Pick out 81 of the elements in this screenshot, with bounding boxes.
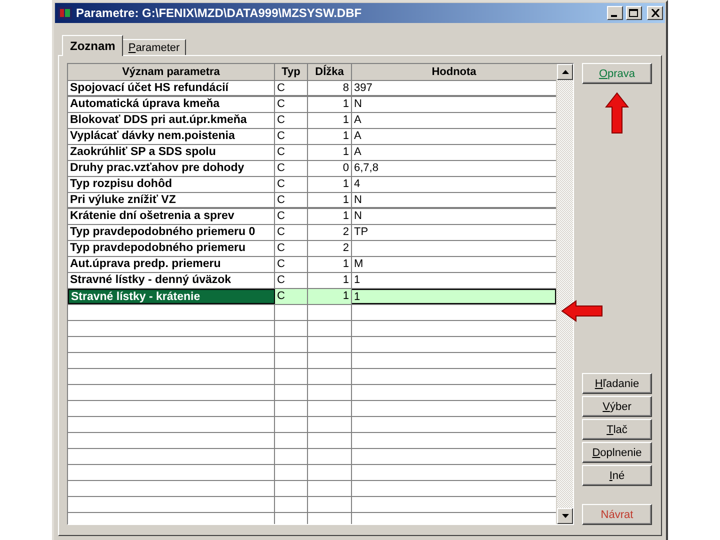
scroll-down-button[interactable] xyxy=(557,508,573,524)
table-cell[interactable]: Zaokrúhliť SP a SDS spolu xyxy=(68,145,275,160)
table-cell[interactable]: C xyxy=(275,225,308,240)
table-cell[interactable]: Druhy prac.vzťahov pre dohody xyxy=(68,161,275,176)
table-cell[interactable]: C xyxy=(275,177,308,192)
table-cell[interactable]: Aut.úprava predp. priemeru xyxy=(68,257,275,272)
table-cell[interactable]: 1 xyxy=(308,145,352,160)
table-cell[interactable]: C xyxy=(275,257,308,272)
column-header[interactable]: Význam parametra xyxy=(68,64,275,80)
table-cell[interactable]: C xyxy=(275,145,308,160)
scroll-up-button[interactable] xyxy=(557,64,573,80)
action-button[interactable]: Výber xyxy=(582,396,652,417)
table-cell[interactable]: 1 xyxy=(308,177,352,192)
table-cell[interactable]: M xyxy=(352,257,556,272)
tab[interactable]: Parameter xyxy=(122,39,186,55)
table-cell[interactable]: C xyxy=(275,161,308,176)
table-cell[interactable]: Spojovací účet HS refundácií xyxy=(68,81,275,95)
table-cell[interactable]: 1 xyxy=(308,209,352,224)
table-cell[interactable]: TP xyxy=(352,225,556,240)
table-cell[interactable]: C xyxy=(275,129,308,144)
table-cell[interactable]: 1 xyxy=(308,273,352,288)
table-cell[interactable]: N xyxy=(352,193,556,207)
table-cell[interactable]: 1 xyxy=(308,113,352,128)
table-cell[interactable]: Stravné lístky - krátenie xyxy=(68,289,275,304)
table-cell[interactable]: C xyxy=(275,209,308,224)
table-cell[interactable]: 1 xyxy=(308,193,352,207)
table-cell[interactable]: 4 xyxy=(352,177,556,192)
table-cell[interactable]: Blokovať DDS pri aut.úpr.kmeňa xyxy=(68,113,275,128)
action-button[interactable]: Iné xyxy=(582,465,652,486)
table-cell[interactable]: A xyxy=(352,145,556,160)
column-header[interactable]: Typ xyxy=(275,64,308,80)
table-cell[interactable]: 1 xyxy=(352,273,556,288)
minimize-button[interactable] xyxy=(607,6,623,20)
window-title: Parametre: G:\FENIX\MZD\DATA999\MZSYSW.DBF xyxy=(76,6,363,20)
table-cell[interactable]: A xyxy=(352,129,556,144)
table-cell[interactable]: C xyxy=(275,193,308,207)
action-button[interactable]: Hľadanie xyxy=(582,373,652,394)
action-button[interactable]: Doplnenie xyxy=(582,442,652,463)
table-cell[interactable]: 0 xyxy=(308,161,352,176)
table-cell[interactable]: Typ pravdepodobného priemeru 0 xyxy=(68,225,275,240)
table-cell[interactable]: C xyxy=(275,289,308,304)
table-cell[interactable]: A xyxy=(352,113,556,128)
table-cell[interactable]: Pri výluke znížiť VZ xyxy=(68,193,275,207)
column-header[interactable]: Dĺžka xyxy=(308,64,352,80)
table-cell[interactable]: C xyxy=(275,241,308,256)
table-cell[interactable]: 6,7,8 xyxy=(352,161,556,176)
table-cell[interactable]: Vyplácať dávky nem.poistenia xyxy=(68,129,275,144)
table-cell[interactable]: Typ pravdepodobného priemeru xyxy=(68,241,275,256)
table-cell[interactable]: C xyxy=(275,81,308,95)
up-triangle-icon xyxy=(562,70,568,74)
table-cell[interactable]: Automatická úprava kmeňa xyxy=(68,97,275,112)
table-cell[interactable]: 2 xyxy=(308,241,352,256)
table-cell[interactable]: Stravné lístky - denný úväzok xyxy=(68,273,275,288)
table-cell[interactable]: 2 xyxy=(308,225,352,240)
table-cell[interactable]: 1 xyxy=(352,289,556,304)
table-cell[interactable]: 1 xyxy=(308,97,352,112)
table-cell[interactable]: Krátenie dní ošetrenia a sprev xyxy=(68,209,275,224)
app-icon xyxy=(57,5,73,21)
maximize-icon xyxy=(629,8,639,18)
tab[interactable]: Zoznam xyxy=(62,35,124,56)
down-triangle-icon xyxy=(562,514,568,518)
left-arrow-icon xyxy=(561,300,603,322)
up-arrow-icon xyxy=(605,92,629,134)
table-cell[interactable]: N xyxy=(352,209,556,224)
return-button[interactable]: Návrat xyxy=(582,504,652,525)
table-cell[interactable]: Typ rozpisu dohôd xyxy=(68,177,275,192)
table-cell[interactable]: 1 xyxy=(308,129,352,144)
table-cell[interactable]: C xyxy=(275,113,308,128)
table-cell[interactable]: N xyxy=(352,97,556,112)
table-cell[interactable]: 1 xyxy=(308,257,352,272)
close-icon xyxy=(650,9,660,17)
table-cell[interactable]: 397 xyxy=(352,81,556,95)
close-button[interactable] xyxy=(647,6,663,20)
maximize-button[interactable] xyxy=(626,6,642,20)
column-header[interactable]: Hodnota xyxy=(352,64,556,80)
table-cell[interactable]: C xyxy=(275,273,308,288)
table-cell[interactable]: C xyxy=(275,97,308,112)
action-button[interactable]: Tlač xyxy=(582,419,652,440)
edit-button[interactable]: Oprava xyxy=(582,63,652,84)
table-cell[interactable]: 1 xyxy=(308,289,352,304)
table-cell[interactable]: 8 xyxy=(308,81,352,95)
